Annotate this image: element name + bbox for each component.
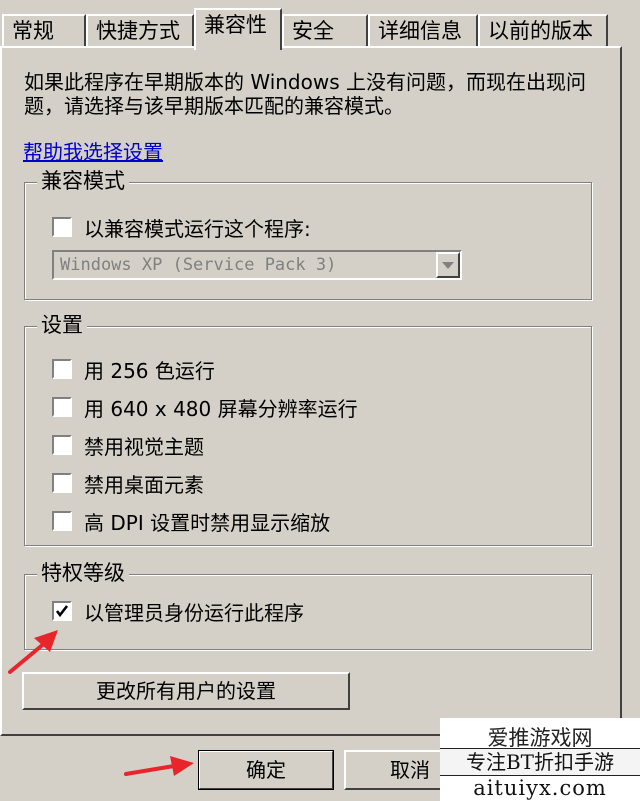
ok-button-label: 确定 <box>246 758 286 782</box>
tab-shortcut-label: 快捷方式 <box>96 19 180 43</box>
tab-strip: 常规 快捷方式 兼容性 安全 详细信息 以前的版本 <box>0 0 640 50</box>
tab-details-label: 详细信息 <box>378 19 462 43</box>
run-as-admin-row[interactable]: 以管理员身份运行此程序 <box>52 598 304 625</box>
watermark-subtitle: 专注BT折扣手游 <box>440 748 640 776</box>
option-disable-themes-row[interactable]: 禁用视觉主题 <box>52 432 204 459</box>
option-256-colors-row[interactable]: 用 256 色运行 <box>52 356 215 383</box>
checkmark-icon <box>55 605 69 618</box>
tab-details[interactable]: 详细信息 <box>368 14 478 46</box>
red-arrow-icon <box>124 756 194 776</box>
compat-os-select-value: Windows XP (Service Pack 3) <box>60 255 337 275</box>
run-as-admin-label: 以管理员身份运行此程序 <box>84 600 304 625</box>
tab-general-label: 常规 <box>12 19 54 43</box>
compat-mode-checkbox-row[interactable]: 以兼容模式运行这个程序: <box>52 214 311 241</box>
option-640x480-row[interactable]: 用 640 x 480 屏幕分辨率运行 <box>52 394 358 421</box>
red-arrow-icon <box>8 630 58 674</box>
option-640x480-label: 用 640 x 480 屏幕分辨率运行 <box>84 396 358 421</box>
option-256-colors-label: 用 256 色运行 <box>84 358 215 383</box>
option-disable-desktop-row[interactable]: 禁用桌面元素 <box>52 470 204 497</box>
settings-title: 设置 <box>37 312 87 338</box>
option-high-dpi-label: 高 DPI 设置时禁用显示缩放 <box>84 510 331 535</box>
tab-security-label: 安全 <box>292 19 334 43</box>
tab-shortcut[interactable]: 快捷方式 <box>86 14 194 46</box>
option-disable-desktop-label: 禁用桌面元素 <box>84 472 204 497</box>
compat-mode-title: 兼容模式 <box>37 168 129 194</box>
option-disable-themes-label: 禁用视觉主题 <box>84 434 204 459</box>
run-as-admin-checkbox[interactable] <box>52 601 72 621</box>
compat-os-select[interactable]: Windows XP (Service Pack 3) <box>52 250 462 280</box>
cancel-button-label: 取消 <box>390 758 430 782</box>
tab-previous-versions[interactable]: 以前的版本 <box>478 14 608 46</box>
watermark-logo: 爱推游戏网 专注BT折扣手游 aituiyx.com <box>440 718 640 801</box>
privilege-title: 特权等级 <box>37 560 129 586</box>
change-all-users-label: 更改所有用户的设置 <box>96 679 276 703</box>
option-high-dpi-row[interactable]: 高 DPI 设置时禁用显示缩放 <box>52 508 331 535</box>
change-all-users-button[interactable]: 更改所有用户的设置 <box>22 672 350 710</box>
option-256-colors-checkbox[interactable] <box>52 359 72 379</box>
tab-general[interactable]: 常规 <box>2 14 86 46</box>
compat-mode-checkbox[interactable] <box>52 217 72 237</box>
tab-compatibility[interactable]: 兼容性 <box>194 8 282 50</box>
chevron-down-icon[interactable] <box>436 252 460 278</box>
tab-compatibility-label: 兼容性 <box>204 13 267 37</box>
watermark-url: aituiyx.com <box>473 776 607 800</box>
compat-mode-checkbox-label: 以兼容模式运行这个程序: <box>84 216 311 241</box>
tab-security[interactable]: 安全 <box>282 14 368 46</box>
option-640x480-checkbox[interactable] <box>52 397 72 417</box>
ok-button[interactable]: 确定 <box>198 750 334 790</box>
description-text: 如果此程序在早期版本的 Windows 上没有问题，而现在出现问题，请选择与该早… <box>24 70 586 118</box>
option-disable-desktop-checkbox[interactable] <box>52 473 72 493</box>
tab-previous-versions-label: 以前的版本 <box>488 19 593 43</box>
option-disable-themes-checkbox[interactable] <box>52 435 72 455</box>
option-high-dpi-checkbox[interactable] <box>52 511 72 531</box>
help-choose-settings-link[interactable]: 帮助我选择设置 <box>23 136 163 165</box>
